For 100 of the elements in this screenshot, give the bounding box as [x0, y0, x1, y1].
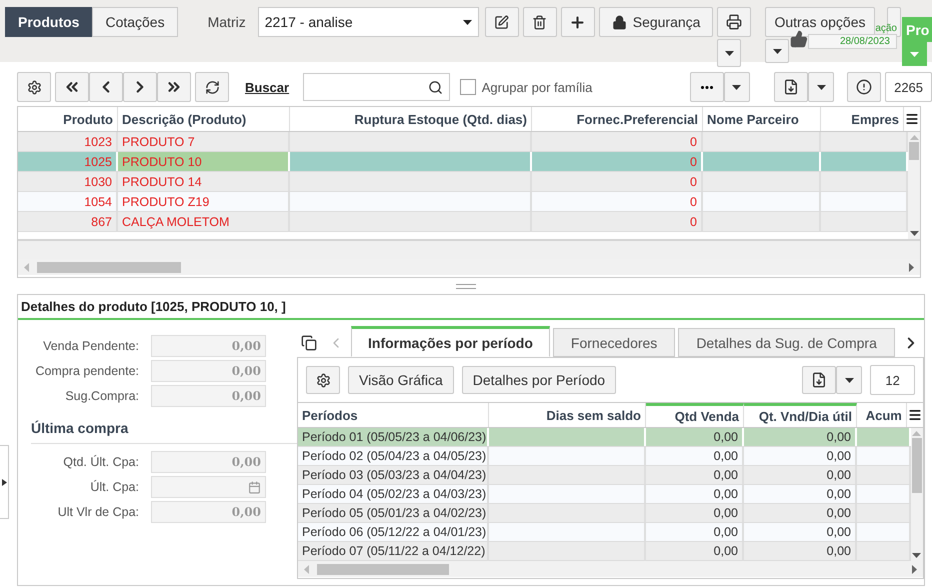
column-header[interactable]: Produto [18, 107, 118, 131]
column-header[interactable]: Ruptura Estoque (Qtd. dias) [290, 107, 532, 131]
file-download-icon [783, 79, 800, 95]
search-link[interactable]: Buscar [245, 80, 290, 94]
scroll-right-icon [912, 564, 917, 574]
settings-button[interactable] [17, 72, 51, 102]
options-dropdown-button[interactable] [765, 39, 790, 63]
field-label: Qtd. Últ. Cpa: [62, 455, 139, 469]
scroll-right-icon [909, 262, 914, 272]
trash-icon [532, 14, 548, 30]
print-dropdown-button[interactable] [717, 39, 742, 67]
column-menu-icon[interactable] [905, 112, 919, 126]
table-cell: PRODUTO 10 [118, 152, 290, 171]
lock-icon [612, 14, 627, 30]
column-header[interactable]: Acum [857, 403, 907, 427]
search-field[interactable] [303, 73, 450, 101]
export-button[interactable] [774, 72, 808, 102]
column-header[interactable]: Dias sem saldo [489, 403, 646, 427]
detail-tab[interactable]: Fornecedores [552, 328, 676, 357]
horizontal-scrollbar[interactable] [298, 561, 923, 577]
column-header[interactable]: Nome Parceiro [703, 107, 821, 131]
thumbs-up-icon [790, 30, 808, 48]
refresh-button[interactable] [195, 72, 229, 102]
panel-title: Detalhes do produto [1025, PRODUTO 10, ] [18, 295, 924, 320]
copy-icon[interactable] [301, 335, 317, 351]
checkbox-label: Agrupar por família [482, 80, 592, 94]
table-cell: 0 [532, 212, 703, 231]
top-tab[interactable]: Cotações [92, 7, 178, 37]
scroll-up-icon [910, 135, 918, 140]
caret-icon [732, 84, 741, 90]
horizontal-scrollbar[interactable] [18, 259, 920, 275]
caret-icon [724, 50, 734, 56]
export-dropdown-button[interactable] [836, 366, 862, 394]
scrollbar[interactable] [908, 132, 920, 239]
group-checkbox[interactable] [460, 79, 476, 95]
top-tab[interactable]: Produtos [5, 7, 92, 37]
scrollbar-thumb[interactable] [909, 142, 919, 160]
scrollbar[interactable] [910, 428, 923, 561]
period-count: 12 [870, 365, 915, 395]
caret-icon [462, 20, 472, 24]
first-button[interactable] [55, 72, 89, 102]
alert-icon [856, 79, 872, 95]
column-header[interactable]: Fornec.Preferencial [532, 107, 703, 131]
column-menu-icon[interactable] [908, 408, 922, 422]
plus-icon [569, 14, 586, 30]
caret-icon [844, 378, 854, 382]
other-options-button[interactable]: Outras opções [765, 7, 875, 37]
scroll-down-icon [910, 231, 918, 236]
field-label: Sug.Compra: [64, 389, 139, 403]
field-label: Últ. Cpa: [89, 480, 139, 494]
column-header[interactable]: Períodos [298, 403, 489, 427]
scroll-left-icon [304, 564, 309, 574]
date-field[interactable] [151, 476, 266, 498]
notice-date: 28/08/2023 [808, 34, 897, 49]
column-header[interactable]: Descrição (Produto) [118, 107, 290, 131]
scrollbar-thumb[interactable] [912, 438, 922, 493]
table-cell: 867 [18, 212, 118, 231]
print-button[interactable] [717, 7, 752, 37]
matriz-label: Matriz [208, 13, 246, 32]
file-download-icon [811, 372, 828, 388]
next-button[interactable] [123, 72, 157, 102]
last-button[interactable] [157, 72, 191, 102]
expand-icon [2, 478, 6, 486]
period-action-button[interactable]: Detalhes por Período [462, 366, 616, 394]
edit-icon [494, 14, 510, 30]
table-cell: CALÇA MOLETOM [118, 212, 290, 231]
matriz-select[interactable]: 2217 - analise [258, 7, 479, 37]
splitter-grip[interactable] [456, 284, 476, 288]
scrollbar-thumb[interactable] [317, 564, 449, 574]
settings-icon [26, 80, 42, 94]
section-title: Última compra [31, 420, 297, 444]
record-count: 2265 [885, 72, 932, 102]
column-header[interactable]: Empres [821, 107, 904, 131]
export-dropdown-button[interactable] [808, 72, 834, 102]
field-label: Venda Pendente: [42, 339, 139, 353]
detail-tab[interactable]: Informações por período [351, 326, 550, 357]
settings-button[interactable] [306, 366, 340, 394]
scroll-left-icon [24, 262, 29, 272]
export-button[interactable] [802, 366, 836, 394]
field-label: Ult Vlr de Cpa: [56, 505, 139, 519]
more-dropdown-button[interactable] [724, 72, 750, 102]
more-button[interactable] [690, 72, 724, 102]
scroll-down-icon [912, 553, 922, 558]
delete-button[interactable] [522, 7, 557, 37]
ellipsis-icon [700, 86, 712, 88]
settings-icon [316, 372, 330, 388]
previous-button[interactable] [89, 72, 123, 102]
caret-icon [772, 48, 782, 54]
notice-text: ação [875, 23, 897, 34]
calendar-icon[interactable] [248, 480, 261, 494]
field-label: Compra pendente: [34, 364, 139, 378]
expand-handle[interactable] [0, 445, 9, 519]
detail-tab[interactable]: Detalhes da Sug. de Compra [678, 328, 895, 357]
edit-button[interactable] [484, 7, 519, 37]
add-button[interactable] [560, 7, 595, 37]
info-button[interactable] [847, 72, 882, 102]
scrollbar-thumb[interactable] [37, 262, 181, 272]
search-icon [428, 80, 443, 94]
period-action-button[interactable]: Visão Gráfica [348, 366, 454, 394]
security-button[interactable]: Segurança [598, 7, 714, 37]
